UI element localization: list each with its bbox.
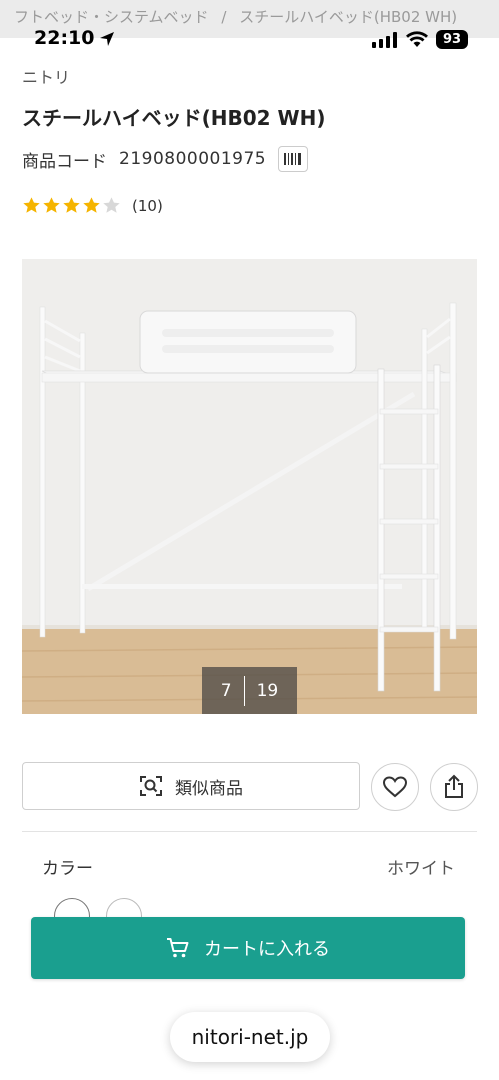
status-bar: 22:10 93 bbox=[0, 24, 499, 56]
status-time: 22:10 bbox=[34, 27, 95, 49]
similar-products-button[interactable]: 類似商品 bbox=[22, 762, 360, 810]
wifi-icon bbox=[406, 31, 428, 47]
location-arrow-icon bbox=[100, 32, 114, 46]
color-value: ホワイト bbox=[387, 859, 455, 879]
share-icon bbox=[445, 774, 463, 798]
rating-row[interactable]: (10) bbox=[22, 196, 163, 215]
favorite-button[interactable] bbox=[371, 763, 419, 811]
product-title: スチールハイベッド(HB02 WH) bbox=[22, 106, 326, 130]
star-filled-icon bbox=[43, 197, 60, 213]
section-divider bbox=[22, 831, 477, 832]
visual-search-icon bbox=[140, 776, 162, 796]
cellular-signal-icon bbox=[372, 32, 397, 48]
product-code-label: 商品コード bbox=[22, 151, 107, 172]
star-filled-icon bbox=[83, 197, 100, 213]
star-filled-icon bbox=[23, 197, 40, 213]
pager-total: 19 bbox=[256, 680, 279, 701]
star-rating bbox=[22, 196, 122, 215]
product-code-row: 商品コード 2190800001975 bbox=[22, 146, 309, 172]
browser-url-bar[interactable]: nitori-net.jp bbox=[170, 1012, 330, 1062]
add-to-cart-button[interactable]: カートに入れる bbox=[31, 917, 465, 979]
star-empty-icon bbox=[103, 197, 120, 213]
similar-products-label: 類似商品 bbox=[175, 778, 243, 799]
share-button[interactable] bbox=[430, 763, 478, 811]
loft-bed-image bbox=[22, 259, 477, 714]
cart-icon bbox=[167, 938, 189, 958]
browser-url: nitori-net.jp bbox=[191, 1025, 309, 1049]
pager-divider bbox=[243, 675, 245, 706]
battery-indicator: 93 bbox=[436, 30, 468, 49]
add-to-cart-label: カートに入れる bbox=[204, 939, 330, 960]
star-filled-icon bbox=[63, 197, 80, 213]
heart-icon bbox=[382, 776, 408, 798]
barcode-icon bbox=[284, 153, 302, 165]
product-code-value: 2190800001975 bbox=[119, 149, 267, 169]
image-pager: 7 19 bbox=[202, 667, 297, 714]
pager-current: 7 bbox=[220, 680, 232, 701]
product-image-gallery[interactable] bbox=[22, 259, 477, 714]
color-label: カラー bbox=[42, 859, 93, 879]
review-count[interactable]: (10) bbox=[132, 197, 163, 215]
brand-name[interactable]: ニトリ bbox=[22, 64, 70, 88]
barcode-button[interactable] bbox=[278, 146, 309, 172]
